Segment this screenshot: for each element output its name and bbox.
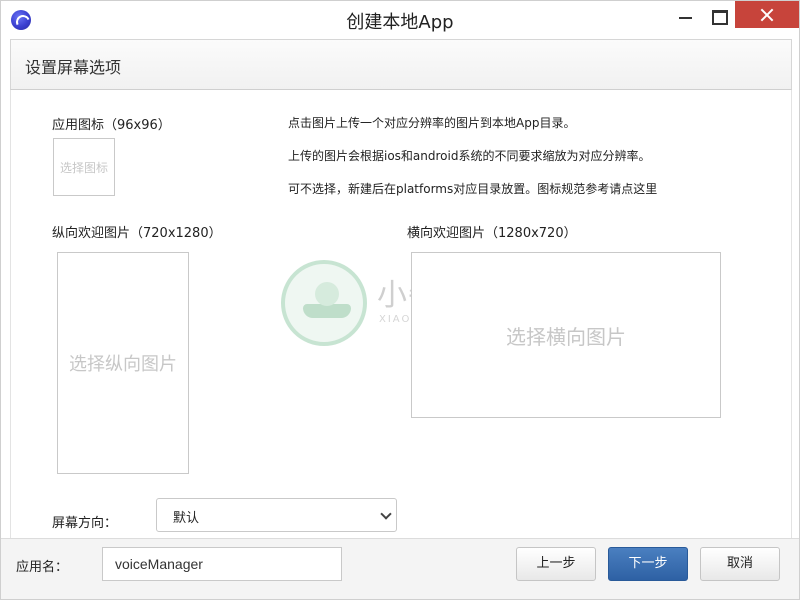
next-step-button[interactable]: 下一步 — [608, 547, 688, 581]
bull-logo-icon — [281, 260, 367, 346]
chevron-down-icon — [380, 508, 392, 520]
orientation-label: 屏幕方向： — [52, 516, 118, 531]
title-bar: 创建本地App — [1, 1, 799, 38]
app-icon-picker[interactable]: 选择图标 — [53, 138, 115, 196]
orientation-selected-value: 默认 — [173, 511, 200, 526]
app-name-input[interactable] — [102, 547, 342, 581]
landscape-splash-label: 横向欢迎图片（1280x720） — [407, 226, 577, 241]
previous-step-button[interactable]: 上一步 — [516, 547, 596, 581]
screen-options-panel: 应用图标（96x96） 选择图标 点击图片上传一个对应分辨率的图片到本地App目… — [10, 90, 792, 538]
close-icon[interactable] — [735, 1, 799, 28]
step-header: 设置屏幕选项 — [10, 39, 792, 90]
footer-bar: 应用名： 上一步 下一步 取消 — [1, 538, 799, 599]
info-line-3[interactable]: 可不选择，新建后在platforms对应目录放置。图标规范参考请点这里 — [288, 180, 657, 197]
app-name-label: 应用名： — [16, 560, 69, 575]
orientation-select[interactable]: 默认 — [156, 498, 397, 532]
maximize-icon[interactable] — [703, 1, 733, 29]
info-line-2: 上传的图片会根据ios和android系统的不同要求缩放为对应分辨率。 — [288, 149, 651, 163]
portrait-splash-picker[interactable]: 选择纵向图片 — [57, 252, 189, 474]
app-icon-label: 应用图标（96x96） — [52, 118, 171, 133]
minimize-icon[interactable] — [671, 1, 701, 29]
info-line-1: 点击图片上传一个对应分辨率的图片到本地App目录。 — [288, 116, 576, 130]
cancel-button[interactable]: 取消 — [700, 547, 780, 581]
create-local-app-window: 创建本地App 设置屏幕选项 应用图标（96x96） 选择图标 点击图片上传一个… — [0, 0, 800, 600]
landscape-splash-picker[interactable]: 选择横向图片 — [411, 252, 721, 418]
step-title: 设置屏幕选项 — [25, 58, 122, 77]
portrait-splash-label: 纵向欢迎图片（720x1280） — [52, 226, 222, 241]
